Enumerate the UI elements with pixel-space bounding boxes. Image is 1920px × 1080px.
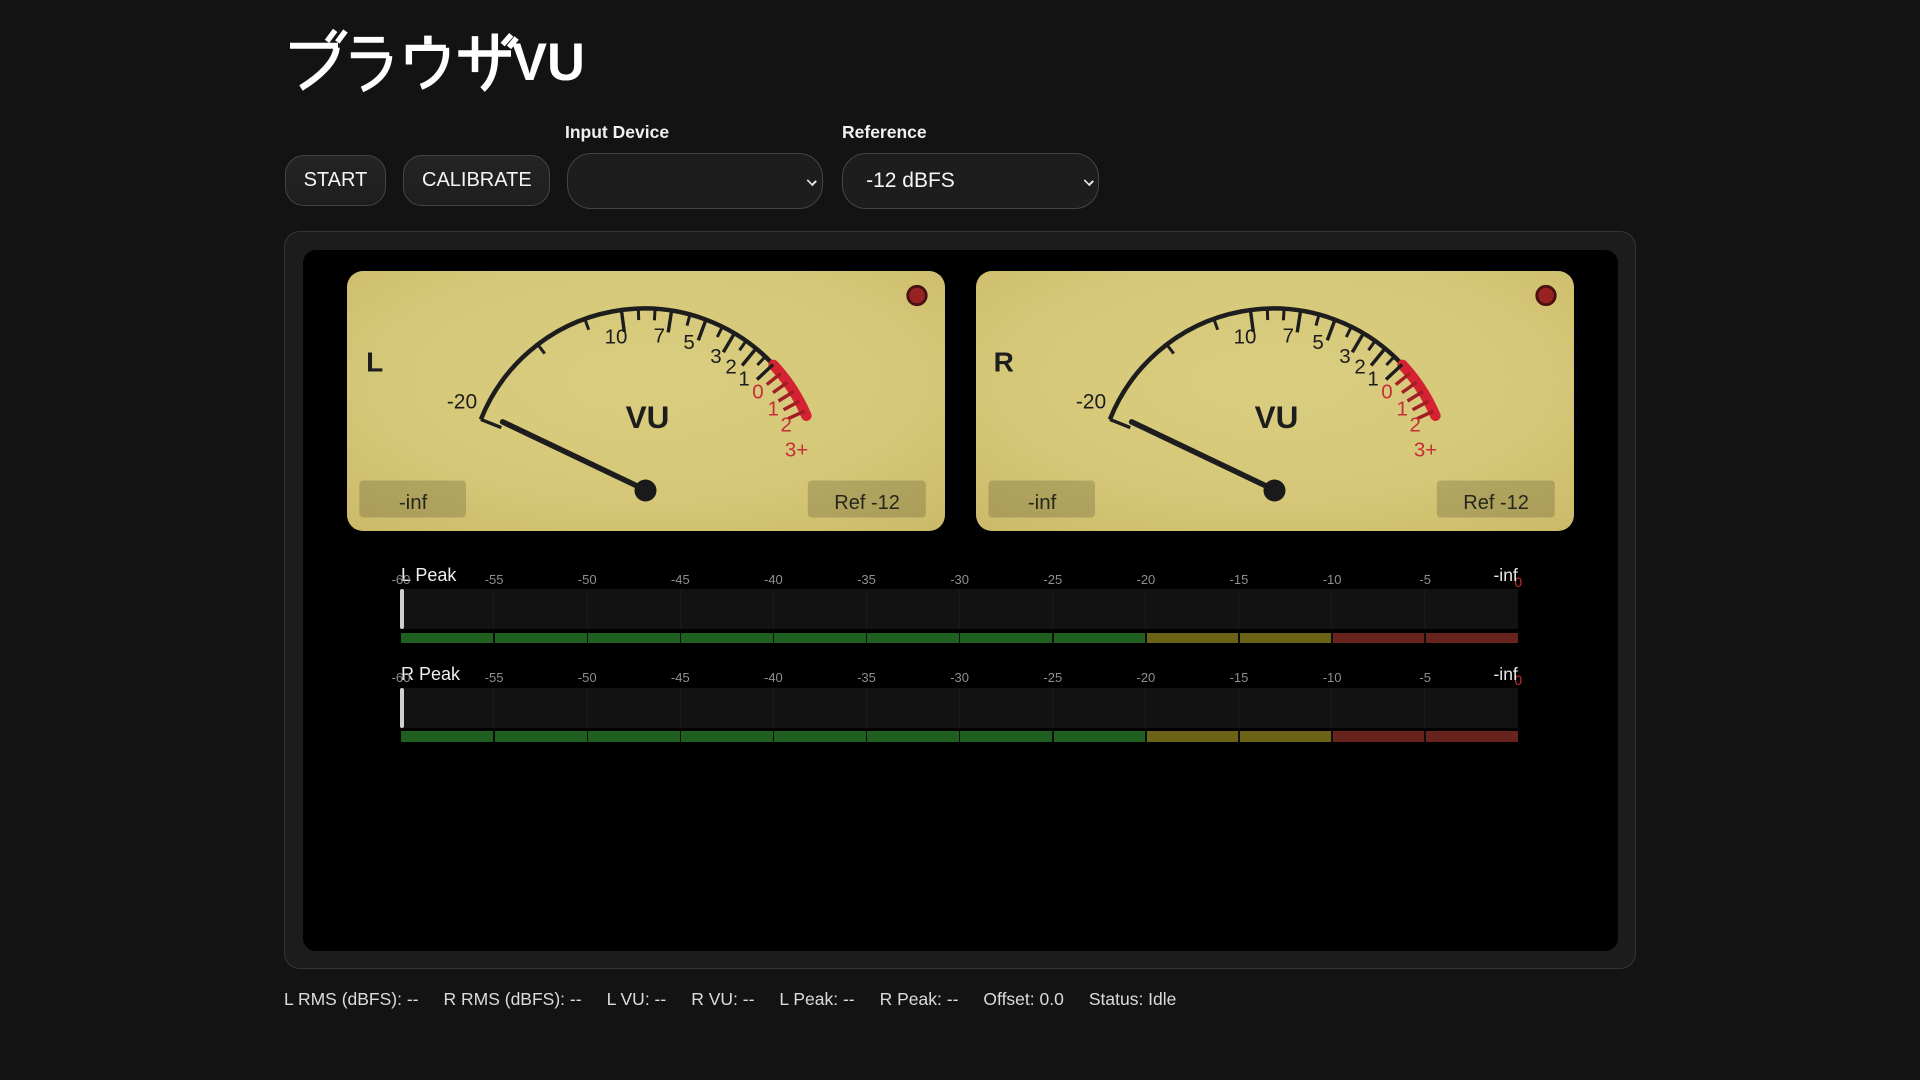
- svg-text:10: 10: [1233, 326, 1256, 349]
- svg-text:VU: VU: [1254, 399, 1298, 435]
- svg-text:10: 10: [605, 326, 628, 349]
- svg-text:R: R: [993, 347, 1013, 378]
- svg-text:1: 1: [1396, 397, 1407, 420]
- svg-text:5: 5: [1312, 331, 1323, 354]
- svg-text:Ref -12: Ref -12: [1463, 492, 1529, 514]
- svg-text:-inf: -inf: [399, 491, 428, 514]
- svg-text:3+: 3+: [1413, 439, 1436, 462]
- svg-text:3: 3: [1339, 345, 1350, 368]
- svg-text:VU: VU: [512, 33, 585, 92]
- svg-text:2: 2: [1409, 413, 1420, 436]
- svg-text:3: 3: [710, 345, 721, 368]
- svg-text:VU: VU: [626, 399, 670, 435]
- svg-text:2: 2: [1354, 355, 1365, 378]
- svg-text:1: 1: [767, 397, 778, 420]
- svg-text:7: 7: [654, 325, 665, 348]
- svg-text:-inf: -inf: [1027, 491, 1056, 514]
- svg-text:0: 0: [752, 381, 763, 404]
- svg-text:1: 1: [738, 368, 749, 391]
- svg-text:2: 2: [780, 413, 791, 436]
- svg-text:-20: -20: [447, 390, 477, 413]
- svg-text:Ref -12: Ref -12: [834, 492, 900, 514]
- svg-text:2: 2: [725, 355, 736, 378]
- svg-text:L: L: [366, 347, 383, 378]
- svg-text:3+: 3+: [785, 439, 808, 462]
- svg-text:0: 0: [1381, 381, 1392, 404]
- svg-text:5: 5: [683, 331, 694, 354]
- svg-text:-20: -20: [1075, 390, 1105, 413]
- svg-text:1: 1: [1367, 368, 1378, 391]
- svg-text:7: 7: [1282, 325, 1293, 348]
